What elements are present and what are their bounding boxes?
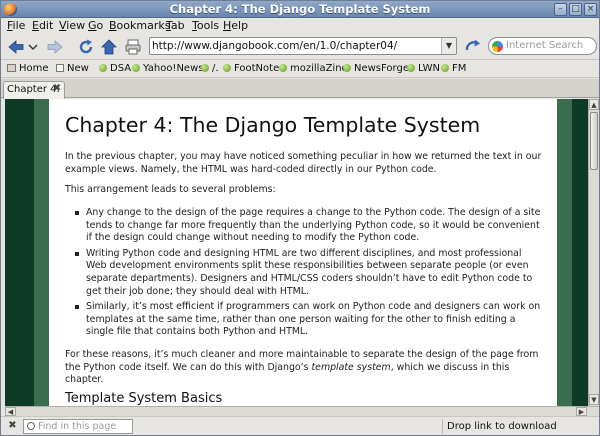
list-item: Any change to the design of the page req…	[73, 207, 543, 245]
reload-icon[interactable]	[77, 38, 95, 56]
livemark-icon	[201, 64, 209, 72]
vertical-scroll-thumb[interactable]	[590, 112, 598, 170]
livemark-icon	[407, 64, 415, 72]
livemark-icon	[132, 64, 140, 72]
search-engine-icon[interactable]	[492, 41, 503, 52]
tab-chapter-4[interactable]: Chapter 4: ✖	[3, 81, 65, 99]
status-bar: ✖ Find in this page Drop link to downloa…	[1, 416, 599, 435]
find-bar-close-icon[interactable]: ✖	[7, 420, 18, 431]
url-history-dropdown-icon[interactable]: ▼	[441, 38, 456, 54]
menu-tab[interactable]: Tab	[166, 19, 185, 32]
list-item: Similarly, it’s most efficient if progra…	[73, 301, 543, 339]
page-title: Chapter 4: The Django Template System	[65, 113, 481, 137]
bookmark-mozillazine[interactable]: mozillaZine	[279, 63, 348, 74]
conclusion-emphasis: template system	[311, 361, 391, 373]
search-placeholder[interactable]: Internet Search	[506, 40, 583, 51]
bookmark-label: Yahoo!News	[143, 63, 204, 74]
address-bar[interactable]: http://www.djangobook.com/en/1.0/chapter…	[149, 37, 457, 55]
bookmark-yahoo-news[interactable]: Yahoo!News	[132, 63, 203, 74]
scroll-up-icon[interactable]: ▲	[589, 99, 599, 110]
minimize-button[interactable]: –	[554, 3, 567, 16]
address-url[interactable]: http://www.djangobook.com/en/1.0/chapter…	[152, 40, 397, 52]
vertical-scrollbar[interactable]: ▲ ▼	[588, 99, 599, 406]
bookmark-footnote[interactable]: FootNote	[223, 63, 279, 74]
problems-lead: This arrangement leads to several proble…	[65, 184, 276, 195]
title-bar: Chapter 4: The Django Template System – …	[1, 1, 599, 18]
page-side-border	[557, 99, 572, 406]
bookmark-label: DSA	[110, 63, 132, 74]
bookmark-new[interactable]: New	[56, 63, 89, 74]
print-icon[interactable]	[124, 38, 142, 56]
horizontal-scrollbar[interactable]: ◀ ▶	[5, 406, 599, 416]
search-box[interactable]: Internet Search	[488, 37, 597, 55]
scroll-left-icon[interactable]: ◀	[5, 407, 16, 416]
page-side-border	[34, 99, 49, 406]
bookmark-lwn[interactable]: LWN	[407, 63, 440, 74]
menu-file[interactable]: File	[7, 19, 25, 32]
back-history-dropdown-icon[interactable]	[27, 38, 39, 56]
list-item: Writing Python code and designing HTML a…	[73, 248, 543, 298]
bookmark-label: LWN	[418, 63, 441, 74]
livemark-icon	[343, 64, 351, 72]
bookmarks-toolbar: Home New DSA Yahoo!News /. FootNote mozi…	[1, 61, 599, 78]
bookmark-label: FM	[452, 63, 467, 74]
menu-tools[interactable]: Tools	[192, 19, 219, 32]
page-bookmark-icon	[56, 64, 64, 72]
menu-bookmarks[interactable]: Bookmarks	[109, 19, 170, 32]
bookmark-label: FootNote	[234, 63, 280, 74]
bookmark-label: /.	[212, 63, 219, 74]
livemark-icon	[279, 64, 287, 72]
menu-bar: File Edit View Go Bookmarks Tab Tools He…	[1, 18, 599, 34]
back-arrow-icon[interactable]	[7, 38, 25, 56]
livemark-icon	[99, 64, 107, 72]
tab-close-icon[interactable]: ✖	[53, 83, 61, 94]
window-title: Chapter 4: The Django Template System	[169, 2, 431, 16]
go-arrow-icon[interactable]	[464, 38, 482, 56]
bookmark-label: New	[67, 63, 89, 74]
section-heading: Template System Basics	[65, 391, 223, 406]
livemark-icon	[441, 64, 449, 72]
page-side-border	[5, 99, 34, 406]
bookmark-label: Home	[19, 63, 49, 74]
article: Chapter 4: The Django Template System In…	[49, 99, 557, 406]
menu-help[interactable]: Help	[223, 19, 248, 32]
bookmark-dsa[interactable]: DSA	[99, 63, 131, 74]
bookmark-home[interactable]: Home	[7, 63, 49, 74]
status-text: Drop link to download	[442, 419, 597, 434]
bookmark-slashdot[interactable]: /.	[201, 63, 219, 74]
forward-arrow-icon[interactable]	[46, 38, 64, 56]
browser-window: Chapter 4: The Django Template System – …	[0, 0, 600, 436]
maximize-button[interactable]: □	[569, 3, 582, 16]
livemark-icon	[223, 64, 231, 72]
find-in-page-input[interactable]: Find in this page	[23, 419, 133, 434]
scroll-down-icon[interactable]: ▼	[589, 394, 599, 405]
menu-go[interactable]: Go	[88, 19, 103, 32]
bookmark-newsforge[interactable]: NewsForge	[343, 63, 409, 74]
problem-list: Any change to the design of the page req…	[73, 207, 543, 342]
menu-edit[interactable]: Edit	[32, 19, 53, 32]
close-window-button[interactable]: ×	[584, 3, 597, 16]
menu-view[interactable]: View	[59, 19, 85, 32]
bookmark-fm[interactable]: FM	[441, 63, 466, 74]
scroll-right-icon[interactable]: ▶	[576, 407, 587, 416]
home-icon[interactable]	[100, 38, 118, 56]
tab-strip: Chapter 4: ✖	[1, 79, 599, 99]
home-bookmark-icon	[7, 64, 16, 72]
magnifier-icon	[27, 422, 35, 430]
page-content: Chapter 4: The Django Template System In…	[5, 99, 588, 406]
intro-paragraph: In the previous chapter, you may have no…	[65, 151, 542, 175]
bookmark-label: NewsForge	[354, 63, 409, 74]
bookmark-label: mozillaZine	[290, 63, 348, 74]
conclusion-paragraph: For these reasons, it’s much cleaner and…	[65, 349, 545, 387]
find-placeholder[interactable]: Find in this page	[38, 421, 116, 432]
page-side-border	[572, 99, 588, 406]
